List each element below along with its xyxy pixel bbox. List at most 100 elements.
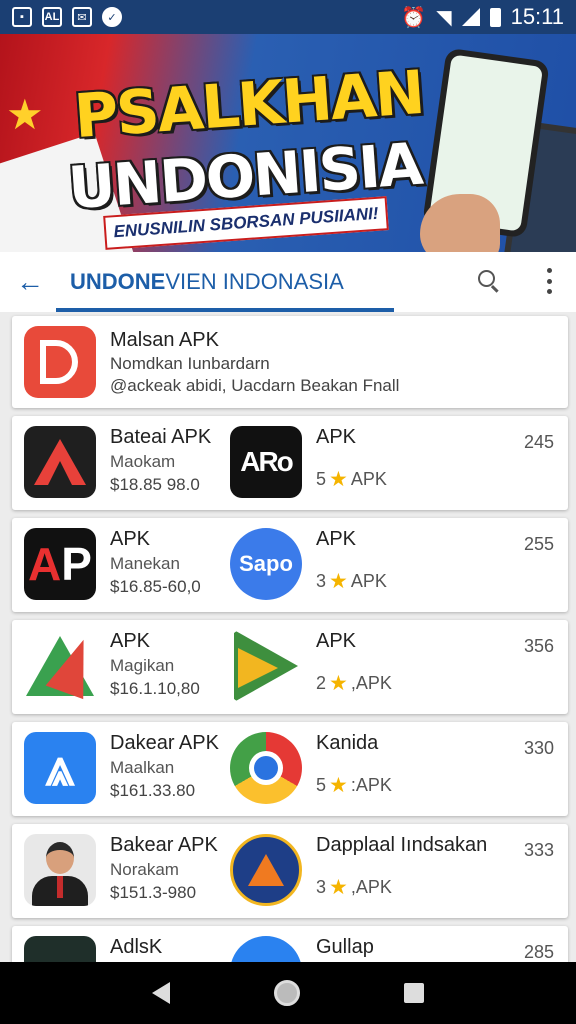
star-icon: ★ [329, 774, 348, 797]
app-name: AdlsK [110, 936, 163, 958]
battery-icon [489, 7, 501, 27]
download-count: 356 [523, 636, 554, 656]
app-row[interactable]: AdlsK Gullap 285 [12, 926, 568, 962]
rating-label: ,APK [350, 673, 392, 693]
app-name: Dapplaal Iındsakan [316, 834, 488, 856]
app-list[interactable]: Malsan APK Nomdkan Iunbardarn @ackeak ab… [0, 312, 576, 962]
more-options-icon[interactable] [546, 268, 552, 294]
ap-icon-a: A [28, 538, 62, 590]
rating-label: APK [350, 571, 387, 591]
featured-app-card[interactable]: Malsan APK Nomdkan Iunbardarn @ackeak ab… [12, 316, 568, 408]
app-price: $18.85 98.0 [110, 475, 200, 494]
app-item[interactable]: Bakear APK Norakam $151.3-980 [24, 834, 218, 906]
app-price: $161.33.80 [110, 781, 196, 800]
star-icon: ★ [6, 91, 44, 138]
page-title-rest: VIEN INDONASIA [165, 269, 344, 294]
app-row[interactable]: Bateai APK Maokam $18.85 98.0 ARo APK 5 ★… [12, 416, 568, 510]
featured-app-icon [24, 326, 96, 398]
sapo-app-icon: Sapo [230, 528, 302, 600]
rating-value: 2 [316, 673, 327, 693]
app-item[interactable]: Bateai APK Maokam $18.85 98.0 [24, 426, 211, 498]
download-count: 255 [523, 534, 554, 554]
app-name: APK [316, 630, 357, 652]
arrow-a-app-icon [24, 426, 96, 498]
app-name: Gullap [316, 936, 374, 958]
app-rating: 2 ★ ,APK [316, 671, 392, 696]
dark-app-icon [24, 936, 96, 962]
rating-value: 5 [316, 469, 327, 489]
app-item[interactable]: Kanida 5 ★:APK [230, 732, 392, 804]
app-name: Bateai APK [110, 426, 212, 448]
signal-icon [461, 8, 480, 26]
app-rating: 3 ★ ,APK [316, 875, 487, 900]
app-row[interactable]: APK Magikan $16.1.10,80 APK 2 ★ ,APK 356 [12, 620, 568, 714]
alarm-icon: ⏰ [401, 6, 427, 29]
nav-recents-icon[interactable] [404, 983, 424, 1003]
rating-label: ,APK [350, 877, 392, 897]
ap-icon-p: P [61, 538, 92, 590]
nav-home-icon[interactable] [274, 980, 300, 1006]
featured-app-subtitle: Nomdkan Iunbardarn [110, 353, 270, 373]
featured-app-name: Malsan APK [110, 328, 219, 351]
chrome-icon [230, 732, 302, 804]
system-nav-bar [0, 962, 576, 1024]
app-name: Dakear APK [110, 732, 219, 754]
app-item[interactable]: Gullap [230, 936, 374, 962]
rating-label: :APK [350, 775, 392, 795]
app-item[interactable]: AP APK Manekan $16.85-60,0 [24, 528, 201, 600]
app-name: APK [316, 426, 357, 448]
app-name: APK [110, 528, 151, 550]
app-subtitle: Magikan [110, 656, 175, 675]
star-icon: ★ [329, 468, 348, 491]
app-row[interactable]: Bakear APK Norakam $151.3-980 Dapplaal I… [12, 824, 568, 918]
app-item[interactable]: Sapo APK 3 ★ APK [230, 528, 387, 600]
app-item[interactable]: ⩓ Dakear APK Maalkan $161.33.80 [24, 732, 219, 804]
image-icon: ▪ [12, 7, 32, 27]
check-icon: ✓ [102, 7, 122, 27]
rating-value: 3 [316, 877, 327, 897]
app-name: APK [316, 528, 357, 550]
app-price: $16.85-60,0 [110, 577, 201, 596]
app-item[interactable]: Dapplaal Iındsakan 3 ★ ,APK [230, 834, 487, 906]
download-count: 245 [523, 432, 554, 452]
star-icon: ★ [329, 570, 348, 593]
rating-label: APK [350, 469, 387, 489]
app-subtitle: Manekan [110, 554, 180, 573]
triangle-app-icon [24, 630, 96, 702]
search-icon[interactable] [476, 268, 502, 294]
play-store-icon [230, 630, 302, 702]
app-rating: 5 ★:APK [316, 773, 392, 798]
app-item[interactable]: AdlsK [24, 936, 162, 962]
wifi-icon: ◥ [436, 6, 452, 29]
aro-app-icon: ARo [230, 426, 302, 498]
app-item[interactable]: APK Magikan $16.1.10,80 [24, 630, 200, 702]
rating-value: 5 [316, 775, 327, 795]
app-name: APK [110, 630, 151, 652]
nav-back-icon[interactable] [152, 982, 170, 1004]
app-item[interactable]: ARo APK 5 ★ APK [230, 426, 387, 498]
app-row[interactable]: AP APK Manekan $16.85-60,0 Sapo APK 3 ★ AP… [12, 518, 568, 612]
download-count: 285 [523, 942, 554, 962]
promo-banner[interactable]: ★ PSALKHAN UNDONISIA ENUSNILIN SBORSAN P… [0, 34, 576, 252]
featured-app-description: @ackeak abidi, Uacdarn Beakan Fnall [110, 375, 400, 395]
app-rating: 5 ★ APK [316, 467, 387, 492]
download-count: 333 [523, 840, 554, 860]
back-arrow-icon[interactable]: ← [16, 266, 56, 298]
app-bar: ← UNDONEVIEN INDONASIA [0, 252, 576, 312]
page-title-bold: UNDONE [70, 269, 166, 294]
app-name: Bakear APK [110, 834, 218, 856]
app-store-icon: ⩓ [24, 732, 96, 804]
app-price: $151.3-980 [110, 883, 197, 902]
app-item[interactable]: APK 2 ★ ,APK [230, 630, 392, 702]
app-name: Kanida [316, 732, 379, 754]
clock: 15:11 [510, 4, 564, 29]
badge-app-icon [230, 834, 302, 906]
blue-round-app-icon [230, 936, 302, 962]
al-badge: AL [42, 7, 62, 27]
mail-icon: ✉ [72, 7, 92, 27]
app-subtitle: Maokam [110, 452, 176, 471]
star-icon: ★ [329, 876, 348, 899]
app-subtitle: Maalkan [110, 758, 175, 777]
app-row[interactable]: ⩓ Dakear APK Maalkan $161.33.80 Kanida 5… [12, 722, 568, 816]
download-count: 330 [523, 738, 554, 758]
